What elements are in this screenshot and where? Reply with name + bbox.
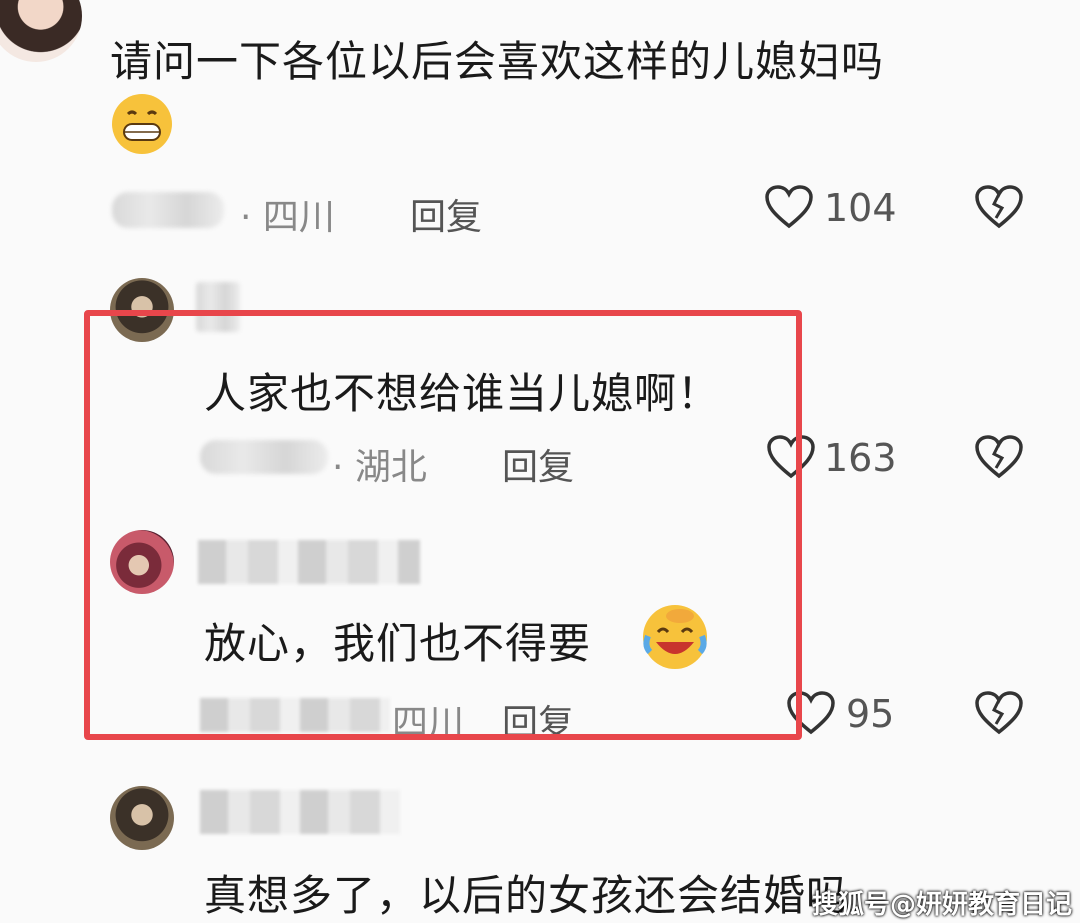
avatar[interactable] xyxy=(110,786,174,850)
grinning-face-emoji xyxy=(110,92,174,156)
reply-button[interactable]: 回复 xyxy=(410,188,482,240)
username-blurred[interactable] xyxy=(200,790,400,834)
comment-text: 请问一下各位以后会喜欢这样的儿媳妇吗 xyxy=(110,37,885,86)
username-blurred[interactable] xyxy=(112,192,224,228)
like-count: 163 xyxy=(824,436,897,480)
location-label: · 四川 xyxy=(240,197,335,238)
broken-heart-icon[interactable] xyxy=(974,690,1024,736)
broken-heart-icon[interactable] xyxy=(974,434,1024,480)
comment-text: 真想多了，以后的女孩还会结婚吗 xyxy=(204,871,850,920)
like-count: 104 xyxy=(824,186,897,230)
like-count: 95 xyxy=(846,692,895,736)
broken-heart-icon[interactable] xyxy=(974,184,1024,230)
watermark: 搜狐号@妍妍教育日记 xyxy=(812,890,1073,920)
heart-icon[interactable] xyxy=(764,184,814,230)
avatar[interactable] xyxy=(0,0,82,62)
highlight-box xyxy=(84,310,802,740)
